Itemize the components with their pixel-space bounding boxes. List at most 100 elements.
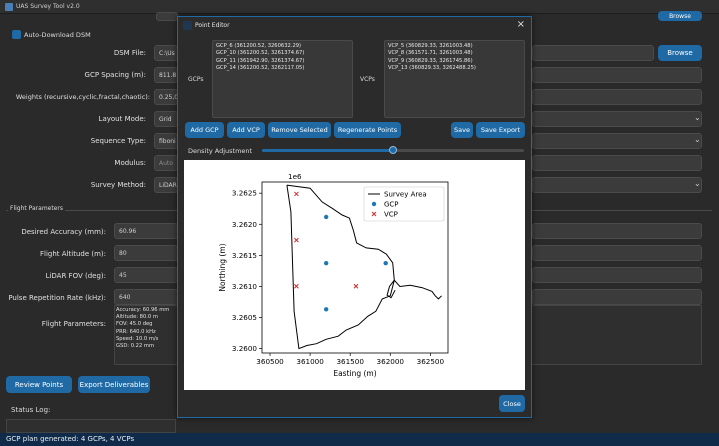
status-log-textbox[interactable] [6,419,176,433]
sequence-type-select-ext[interactable] [532,133,702,149]
legend-gcp-swatch [371,201,377,207]
modulus-label: Modulus: [114,159,146,167]
gcp-list-item[interactable]: GCP_10 (361200.52, 3261374.67) [216,50,349,57]
status-bar: GCP plan generated: 4 GCPs, 4 VCPs [0,433,719,446]
gcp-marker [323,214,329,220]
altitude-input[interactable]: 80 [114,245,178,261]
prr-label: Pulse Repetition Rate (kHz): [8,294,106,302]
x-tick-label: 361500 [336,357,364,366]
prr-input[interactable]: 640 [114,289,178,305]
export-deliverables-button[interactable]: Export Deliverables [78,376,150,393]
add-gcp-button[interactable]: Add GCP [185,122,224,138]
close-button[interactable]: Close [499,395,525,412]
x-tick-label: 362500 [417,357,445,366]
gcp-spacing-label: GCP Spacing (m): [84,71,146,79]
chevron-down-icon[interactable]: ⌄ [694,113,701,122]
dsm-input[interactable]: C:\Us [154,45,178,61]
y-tick-label: 3.2615 [232,251,257,260]
gcp-list-item[interactable]: GCP_6 (361200.52, 3260632.29) [216,43,349,50]
vcp-list-item[interactable]: VCP_5 (360829.33, 3261003.48) [388,43,521,50]
x-tick-label: 361000 [296,357,324,366]
auto-download-checkbox[interactable] [12,30,21,39]
layout-mode-label: Layout Mode: [98,115,146,123]
save-button[interactable]: Save [451,122,473,138]
vcp-listbox[interactable]: VCP_5 (360829.33, 3261003.48) VCP_8 (361… [384,40,525,118]
accuracy-input[interactable]: 60.96 [114,223,178,239]
gcps-label: GCPs [188,76,204,83]
weights-input-ext[interactable] [532,89,702,105]
altitude-input-ext[interactable] [532,245,702,261]
vcp-marker [353,283,359,289]
survey-area-road-line [393,279,442,300]
weights-label: Weights (recursive,cyclic,fractal,chaoti… [15,93,150,101]
add-vcp-button[interactable]: Add VCP [227,122,265,138]
browse-top-button[interactable]: Browse [658,11,702,21]
dialog-app-icon [183,21,192,30]
accuracy-input-ext[interactable] [532,223,702,239]
sequence-type-select[interactable]: fiboni [154,133,178,149]
gcp-spacing-input[interactable]: 811.8 [154,67,178,83]
plot-canvas: 360500 361000 361500 362000 362500 3.2600 3.26… [184,160,525,390]
gcp-list-item[interactable]: GCP_11 (361942.90, 3261374.67) [216,58,349,65]
fov-input[interactable]: 45 [114,267,178,283]
survey-method-select[interactable]: LiDAR [154,177,178,193]
y-offset-label: 1e6 [288,172,302,181]
dsm-input-ext[interactable] [532,45,654,61]
browse-button[interactable]: Browse [658,45,702,61]
save-export-button[interactable]: Save Export [476,122,525,138]
weights-input[interactable]: 0.25,0 [154,89,178,105]
layout-mode-select-ext[interactable] [532,111,702,127]
x-axis-label: Easting (m) [333,369,376,378]
x-tick-label: 362000 [377,357,405,366]
density-slider-fill [262,149,393,152]
flight-parameters-section-label: Flight Parameters [8,205,65,212]
vcp-list-item[interactable]: VCP_8 (361571.71, 3261003.48) [388,50,521,57]
density-label: Density Adjustment [188,147,253,155]
density-slider-handle[interactable] [389,146,397,154]
modulus-input[interactable]: Auto [154,155,178,171]
review-points-button[interactable]: Review Points [6,376,72,393]
status-message: GCP plan generated: 4 GCPs, 4 VCPs [6,435,135,443]
altitude-label: Flight Altitude (m): [40,250,106,258]
vcp-marker [294,237,299,243]
close-icon[interactable]: × [517,19,525,30]
modulus-input-ext[interactable] [532,155,702,171]
vcp-marker [294,283,299,289]
gcp-spacing-input-ext[interactable] [532,67,702,83]
regenerate-points-button[interactable]: Regenerate Points [334,122,401,138]
fov-input-ext[interactable] [532,267,702,283]
y-tick-label: 3.2605 [232,313,257,322]
density-slider-track[interactable] [262,146,524,154]
gcp-marker [323,260,329,266]
y-tick-label: 3.2610 [232,282,258,291]
gcp-marker [323,307,329,312]
survey-method-label: Survey Method: [90,181,146,189]
legend-vcp-label: VCP [384,211,398,219]
remove-selected-button[interactable]: Remove Selected [268,122,331,138]
accuracy-label: Desired Accuracy (mm): [21,228,106,236]
x-tick-label: 360500 [256,357,284,366]
status-log-label: Status Log: [11,406,51,414]
y-axis-label: Northing (m) [218,243,227,291]
gcp-list-item[interactable]: GCP_14 (361200.52, 3262117.05) [216,65,349,72]
auto-download-label: Auto-Download DSM [24,31,91,39]
dialog-title: Point Editor [195,22,230,29]
point-editor-dialog: Point Editor × GCPs GCP_6 (361200.52, 32… [177,16,532,418]
vcp-list-item[interactable]: VCP_9 (360829.33, 3261745.86) [388,58,521,65]
legend-survey-area-label: Survey Area [384,191,427,199]
vcp-list-item[interactable]: VCP_13 (360829.33, 3262488.25) [388,65,521,72]
flight-params-label: Flight Parameters: [41,320,106,328]
chevron-down-icon[interactable]: ⌄ [694,135,701,144]
top-field-partial[interactable] [156,12,178,21]
survey-method-select-ext[interactable] [532,177,702,193]
fov-label: LiDAR FOV (deg): [45,272,106,280]
survey-plot: 360500 361000 361500 362000 362500 3.2600 3.26… [218,172,449,378]
sequence-type-label: Sequence Type: [90,137,146,145]
prr-input-ext[interactable] [532,289,702,305]
layout-mode-select[interactable]: Grid [154,111,178,127]
legend-gcp-label: GCP [384,201,399,209]
gcp-listbox[interactable]: GCP_6 (361200.52, 3260632.29) GCP_10 (36… [212,40,353,118]
dialog-titlebar: Point Editor × [178,17,531,35]
window-titlebar: UAS Survey Tool v2.0 [0,0,719,14]
chevron-down-icon[interactable]: ⌄ [694,179,701,188]
